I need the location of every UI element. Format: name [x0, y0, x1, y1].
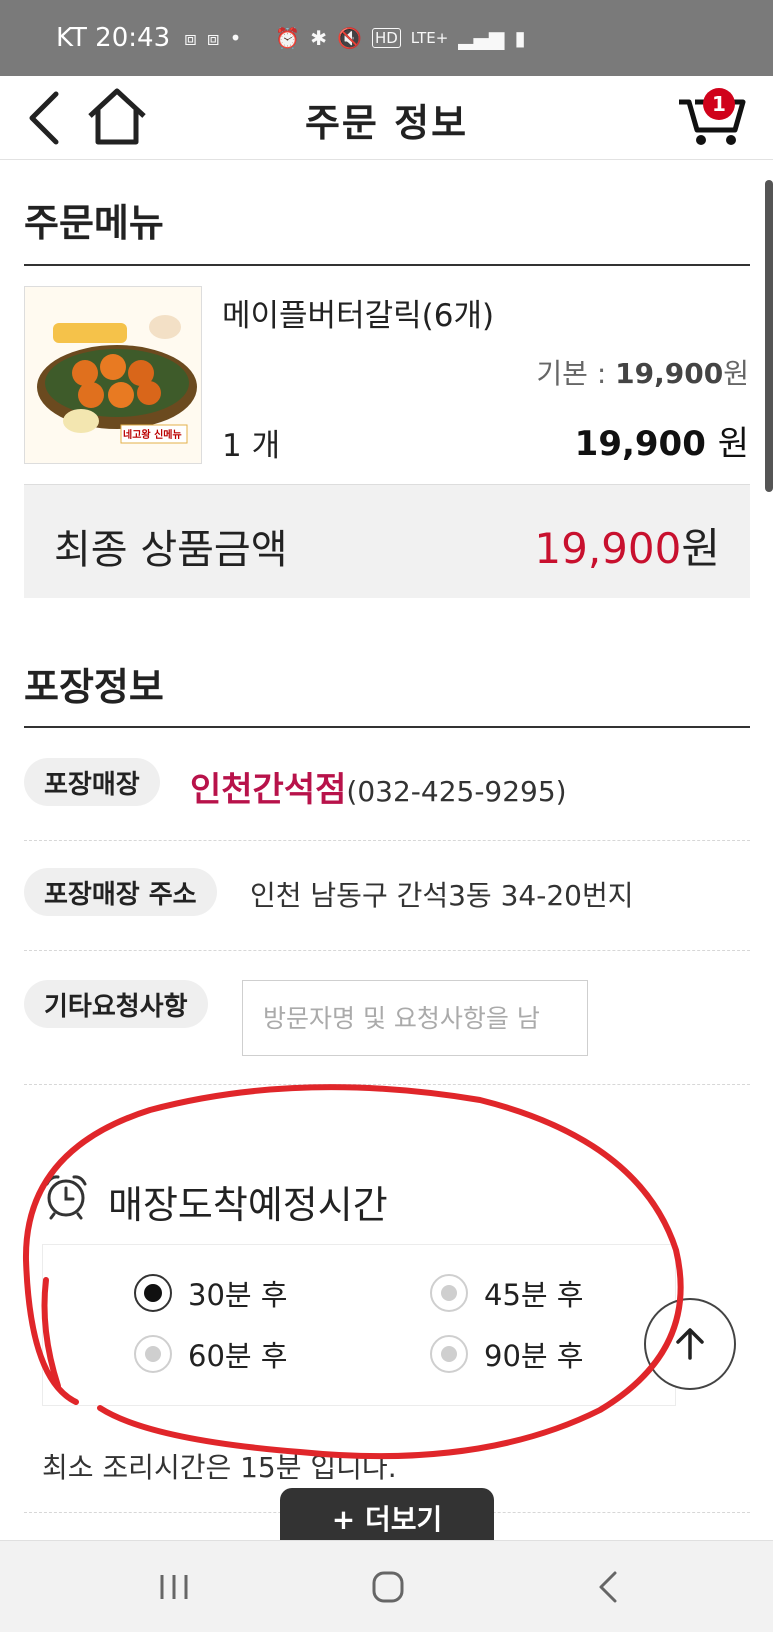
store-info: 인천간석점(032-425-9295) [190, 762, 567, 811]
scroll-indicator[interactable] [765, 180, 773, 492]
eta-option-label: 90분 후 [484, 1339, 584, 1373]
arrow-up-icon [676, 1328, 704, 1360]
lte-plus-icon: LTE+ [410, 29, 449, 47]
order-menu-title: 주문메뉴 [24, 201, 164, 245]
base-price-value: 19,900 [615, 357, 724, 390]
product-image-caption: 네고왕 신메뉴 [123, 430, 182, 441]
recent-apps-button[interactable] [144, 1559, 204, 1615]
radio-selected-icon [134, 1274, 172, 1312]
store-label: 포장매장 [24, 758, 160, 806]
section-divider [24, 726, 750, 728]
alarm-icon: ⏰ [275, 26, 301, 50]
mute-icon: 🔇 [337, 26, 362, 50]
back-nav-button[interactable] [578, 1559, 638, 1615]
row-divider [24, 840, 750, 841]
product-price-unit: 원 [717, 424, 749, 464]
screenshot-icon: ⧈ [206, 26, 220, 50]
store-phone[interactable]: (032-425-9295) [346, 775, 566, 808]
recent-apps-icon [160, 1575, 188, 1599]
status-time: KT 20:43 [56, 23, 171, 53]
row-divider [24, 950, 750, 951]
eta-option-90[interactable]: 90분 후 [430, 1333, 583, 1375]
packaging-title: 포장정보 [24, 665, 164, 709]
store-name: 인천간석점 [190, 770, 347, 810]
total-amount-unit: 원 [681, 524, 720, 573]
row-divider [24, 1084, 750, 1085]
alarm-clock-icon [45, 1175, 87, 1220]
address-label: 포장매장 주소 [24, 868, 217, 916]
dot-icon: • [229, 26, 242, 50]
scroll-to-top-button[interactable] [644, 1298, 736, 1390]
section-divider [24, 264, 750, 266]
system-nav-bar [0, 1540, 773, 1632]
battery-icon: ▮ [514, 26, 526, 50]
hd-icon: HD [371, 28, 401, 48]
product-quantity: 1 개 [222, 428, 281, 464]
back-chevron-icon [599, 1571, 617, 1603]
signal-icon: ▂▄▆ [458, 26, 505, 50]
store-address: 인천 남동구 간석3동 34-20번지 [250, 879, 634, 912]
product-image: 네고왕 신메뉴 [24, 286, 202, 464]
more-button[interactable]: + 더보기 [280, 1488, 494, 1548]
status-icons: ⧈ ⧈ • ⏰ ✱ 🔇 HD LTE+ ▂▄▆ ▮ [184, 26, 525, 50]
product-base-price: 기본 : 19,900원 [536, 352, 749, 392]
status-bar: KT 20:43 ⧈ ⧈ • ⏰ ✱ 🔇 HD LTE+ ▂▄▆ ▮ [0, 0, 773, 76]
eta-option-label: 45분 후 [484, 1278, 584, 1312]
eta-option-label: 30분 후 [188, 1278, 288, 1312]
base-price-unit: 원 [723, 357, 749, 390]
eta-option-label: 60분 후 [188, 1339, 288, 1373]
eta-option-30[interactable]: 30분 후 [134, 1272, 287, 1314]
total-amount-number: 19,900 [534, 524, 682, 573]
radio-unselected-icon [430, 1274, 468, 1312]
total-amount-value: 19,900원 [534, 515, 720, 576]
product-name: 메이플버터갈릭(6개) [222, 298, 495, 334]
home-circle-icon [372, 1571, 404, 1603]
min-cook-time-note: 최소 조리시간은 15분 입니다. [42, 1451, 397, 1484]
cart-count-badge: 1 [703, 88, 735, 120]
total-amount-box: 최종 상품금액 19,900원 [24, 484, 750, 598]
product-price: 19,900 원 [575, 416, 749, 465]
eta-option-60[interactable]: 60분 후 [134, 1333, 287, 1375]
request-input[interactable] [242, 980, 588, 1056]
eta-title: 매장도착예정시간 [108, 1183, 388, 1227]
radio-unselected-icon [134, 1335, 172, 1373]
total-amount-label: 최종 상품금액 [54, 527, 288, 573]
request-label: 기타요청사항 [24, 980, 208, 1028]
app-header: 주문 정보 1 [0, 76, 773, 160]
page-title: 주문 정보 [304, 101, 469, 145]
eta-options [42, 1244, 676, 1406]
eta-option-45[interactable]: 45분 후 [430, 1272, 583, 1314]
bluetooth-icon: ✱ [310, 26, 328, 50]
screenshot-icon: ⧈ [184, 26, 197, 50]
product-price-value: 19,900 [574, 424, 706, 464]
home-nav-button[interactable] [358, 1559, 418, 1615]
base-price-label: 기본 : [536, 357, 616, 390]
radio-unselected-icon [430, 1335, 468, 1373]
